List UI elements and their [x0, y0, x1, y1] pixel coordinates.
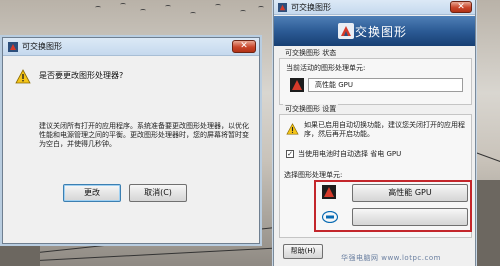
switchable-graphics-panel: 可交换图形 ✕ 可交换图形 可交换图形 状态 当前活动的图形处理单元: 高性能 …	[273, 0, 476, 266]
status-group: 可交换图形 状态 当前活动的图形处理单元: 高性能 GPU	[279, 48, 472, 105]
bird-decoration	[240, 10, 246, 13]
amd-icon	[290, 78, 304, 92]
confirm-dialog-titlebar[interactable]: 可交换图形	[3, 38, 259, 56]
app-icon	[8, 41, 18, 52]
current-gpu-value: 高性能 GPU	[308, 78, 463, 92]
settings-group-title: 可交换图形 设置	[283, 104, 339, 114]
close-button[interactable]: ✕	[232, 40, 256, 53]
power-saving-gpu-button[interactable]	[352, 208, 468, 226]
confirm-dialog-title: 可交换图形	[22, 42, 62, 51]
settings-info-text: 如果已启用自动切换功能，建议您关闭打开的应用程序，然后再开启功能。	[304, 121, 465, 138]
bird-decoration	[120, 3, 126, 6]
amd-icon	[322, 185, 336, 199]
panel-title: 可交换图形	[291, 2, 331, 12]
warning-icon	[15, 69, 31, 84]
bird-decoration	[165, 5, 171, 8]
status-group-title: 可交换图形 状态	[283, 48, 339, 58]
change-button[interactable]: 更改	[63, 184, 121, 202]
cancel-button[interactable]: 取消(C)	[129, 184, 187, 202]
current-gpu-label: 当前活动的图形处理单元:	[286, 64, 366, 72]
settings-group: 可交换图形 设置 如果已启用自动切换功能，建议您关闭打开的应用程序，然后再开启功…	[279, 104, 472, 238]
app-icon	[338, 23, 354, 39]
bird-decoration	[95, 6, 101, 9]
intel-icon	[322, 211, 338, 223]
panel-titlebar[interactable]: 可交换图形	[274, 0, 475, 15]
bird-decoration	[215, 4, 221, 7]
confirm-body-text: 建议关闭所有打开的应用程序。系统准备要更改图形处理器，以优化性能和电源管理之间的…	[39, 122, 249, 148]
help-button[interactable]: 帮助(H)	[283, 244, 323, 259]
close-icon: ✕	[240, 41, 248, 51]
bird-decoration	[258, 6, 264, 9]
confirm-question: 是否要更改图形处理器?	[39, 71, 124, 80]
rooftop-silhouette	[477, 180, 500, 266]
bird-decoration	[190, 12, 196, 15]
high-performance-gpu-button[interactable]: 高性能 GPU	[352, 184, 468, 202]
auto-select-checkbox-row[interactable]: ✓ 当使用电池时自动选择 省电 GPU	[286, 149, 401, 159]
close-button[interactable]: ✕	[450, 1, 472, 13]
warning-icon	[286, 123, 299, 135]
auto-select-checkbox[interactable]: ✓	[286, 150, 294, 158]
bird-decoration	[140, 9, 146, 12]
auto-select-checkbox-label: 当使用电池时自动选择 省电 GPU	[298, 150, 402, 158]
panel-banner: 可交换图形	[274, 16, 475, 46]
app-icon	[278, 2, 287, 12]
gpu-selection-highlight: 高性能 GPU	[314, 180, 472, 232]
select-gpu-label: 选择图形处理单元:	[284, 171, 343, 179]
watermark: 华强电脑网 www.lotpc.com	[341, 254, 441, 262]
power-wire	[0, 247, 280, 263]
confirm-dialog: 可交换图形 ✕ 是否要更改图形处理器? 建议关闭所有打开的应用程序。系统准备要更…	[2, 37, 260, 244]
close-icon: ✕	[457, 2, 465, 12]
